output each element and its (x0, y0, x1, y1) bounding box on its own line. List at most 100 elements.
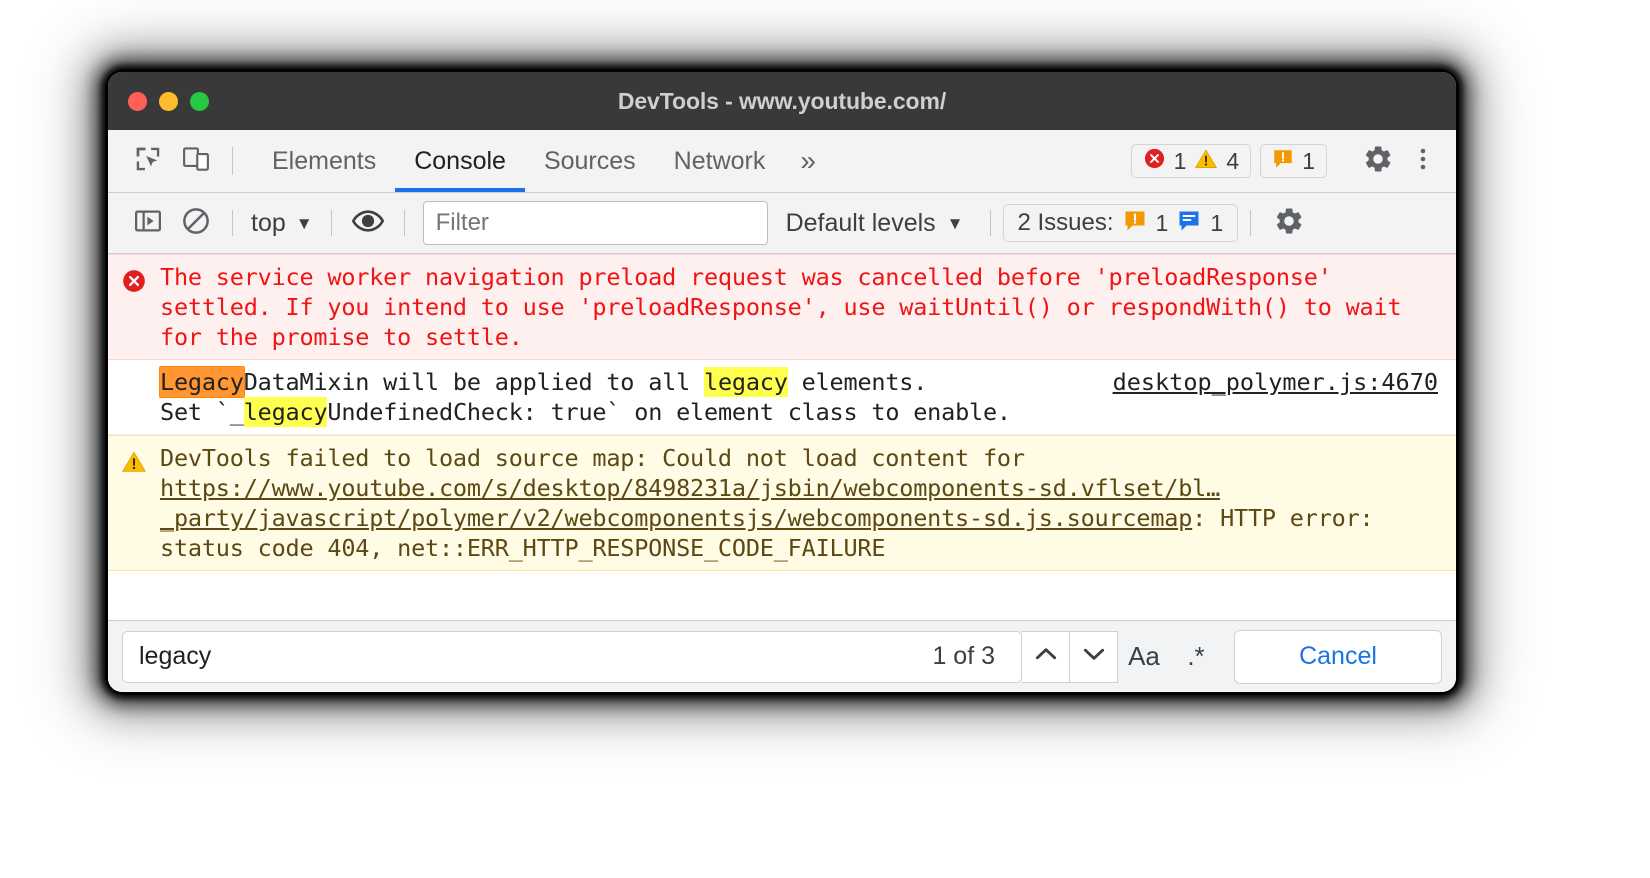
console-message-error-text: The service worker navigation preload re… (160, 262, 1456, 352)
screenshot-root: DevTools - www.youtube.com/ Elements Con… (0, 0, 1650, 878)
issues-counter[interactable]: 1 (1260, 144, 1327, 178)
find-match-count: 1 of 3 (932, 642, 995, 670)
console-sidebar-icon (133, 206, 163, 241)
console-message-log[interactable]: LegacyDataMixin will be applied to all l… (108, 360, 1456, 435)
search-match: legacy (243, 397, 328, 427)
close-window-button[interactable] (128, 91, 147, 111)
console-settings-button[interactable] (1263, 205, 1315, 242)
message-text-segment: DevTools failed to load source map: Coul… (160, 444, 1039, 472)
log-levels-label: Default levels (785, 208, 936, 237)
regex-label: .* (1187, 641, 1205, 671)
warning-triangle-icon (121, 449, 147, 479)
tab-elements-label: Elements (272, 146, 377, 175)
inspect-element-button[interactable] (124, 130, 172, 192)
console-settings-gear-icon (1273, 205, 1305, 242)
regex-toggle[interactable]: .* (1170, 631, 1222, 683)
window-title-bar: DevTools - www.youtube.com/ (108, 72, 1456, 130)
live-expression-button[interactable] (344, 205, 392, 242)
console-toolbar-divider-1 (232, 210, 233, 236)
eye-icon (351, 205, 384, 242)
devtools-settings-button[interactable] (1352, 143, 1404, 180)
console-message-warning[interactable]: DevTools failed to load source map: Coul… (108, 435, 1456, 571)
message-level-icon-wrap (108, 262, 160, 298)
find-previous-button[interactable] (1022, 630, 1070, 683)
issues-label: 2 Issues: (1017, 209, 1114, 236)
console-find-bar: 1 of 3 Aa .* (108, 620, 1456, 692)
devtools-tab-bar: Elements Console Sources Network » 1 4 1 (108, 130, 1456, 193)
warning-triangle-icon (1194, 147, 1218, 176)
chevron-down-icon-levels: ▼ (946, 213, 964, 233)
log-levels-selector[interactable]: Default levels ▼ (772, 209, 978, 238)
warning-count: 4 (1226, 147, 1240, 174)
find-next-button[interactable] (1070, 630, 1118, 683)
tab-console[interactable]: Console (395, 130, 525, 192)
error-circle-icon (1143, 147, 1166, 175)
zoom-window-button[interactable] (190, 91, 209, 111)
kebab-menu-icon (1411, 144, 1435, 179)
match-case-label: Aa (1128, 641, 1160, 671)
tab-sources[interactable]: Sources (525, 130, 655, 192)
tab-console-label: Console (414, 146, 506, 175)
devtools-window: DevTools - www.youtube.com/ Elements Con… (108, 72, 1456, 692)
cancel-label: Cancel (1299, 642, 1377, 670)
execution-context-selector[interactable]: top ▼ (245, 209, 319, 238)
console-toolbar-divider-3 (403, 210, 405, 236)
issue-speech-bubble-icon (1272, 148, 1294, 175)
inspect-element-icon (133, 144, 163, 179)
console-sidebar-toggle-button[interactable] (124, 206, 172, 241)
tab-sources-label: Sources (543, 146, 636, 175)
toggle-device-toolbar-button[interactable] (172, 130, 220, 192)
toolbar-divider (232, 147, 233, 175)
issues-info-count: 1 (1210, 209, 1224, 236)
tab-network[interactable]: Network (655, 130, 785, 192)
window-title: DevTools - www.youtube.com/ (617, 87, 947, 114)
clear-console-button[interactable] (172, 206, 220, 241)
console-toolbar: top ▼ Default levels ▼ 2 (108, 193, 1456, 254)
console-toolbar-divider-2 (330, 210, 332, 236)
panel-tabs: Elements Console Sources Network » (253, 130, 832, 192)
minimize-window-button[interactable] (159, 91, 178, 111)
issue-info-bubble-icon (1177, 209, 1201, 238)
issue-warning-bubble-icon (1123, 209, 1147, 238)
chevron-down-icon: ▼ (295, 213, 313, 233)
tab-elements[interactable]: Elements (253, 130, 395, 192)
tab-network-label: Network (673, 146, 766, 175)
console-message-warning-text: DevTools failed to load source map: Coul… (160, 443, 1456, 563)
clear-console-icon (181, 206, 211, 241)
more-tabs-button[interactable]: » (784, 130, 832, 192)
chevron-down-icon (1081, 641, 1107, 672)
message-level-icon-wrap-none (108, 367, 160, 373)
console-message-log-text: LegacyDataMixin will be applied to all l… (160, 367, 1113, 427)
issue-count: 1 (1302, 147, 1315, 174)
devtools-more-options-button[interactable] (1404, 144, 1442, 179)
chevron-up-icon (1033, 641, 1059, 672)
gear-icon (1362, 143, 1394, 180)
filter-input[interactable] (422, 201, 768, 245)
console-message-error[interactable]: The service worker navigation preload re… (108, 254, 1456, 360)
traffic-lights (128, 91, 209, 111)
find-input[interactable] (137, 641, 933, 672)
find-input-wrap[interactable]: 1 of 3 (122, 630, 1022, 683)
console-message-list[interactable]: The service worker navigation preload re… (108, 254, 1456, 620)
error-warning-counter[interactable]: 1 4 (1130, 144, 1252, 178)
console-toolbar-divider-5 (1250, 210, 1252, 236)
device-toolbar-icon (181, 144, 211, 179)
message-level-icon-wrap-warn (108, 443, 160, 479)
issues-summary-button[interactable]: 2 Issues: 1 1 (1002, 204, 1239, 242)
message-text-segment: UndefinedCheck: true` on element class t… (327, 398, 1011, 426)
source-location-link[interactable]: desktop_polymer.js:4670 (1113, 367, 1456, 396)
execution-context-label: top (251, 208, 286, 237)
double-chevron-right-icon: » (800, 145, 816, 176)
match-case-toggle[interactable]: Aa (1118, 631, 1170, 683)
error-count: 1 (1173, 147, 1187, 174)
error-circle-icon (121, 268, 147, 298)
issues-warning-count: 1 (1155, 209, 1169, 236)
message-text-segment: The service worker navigation preload re… (160, 263, 1416, 351)
search-match-active: Legacy (160, 367, 244, 397)
console-toolbar-divider-4 (989, 210, 991, 236)
cancel-button[interactable]: Cancel (1234, 629, 1442, 684)
search-match: legacy (704, 367, 788, 397)
sourcemap-url-link[interactable]: https://www.youtube.com/s/desktop/849823… (160, 474, 1220, 532)
message-text-segment: DataMixin will be applied to all (243, 368, 704, 396)
tab-bar-right-group: 1 4 1 (1130, 130, 1456, 192)
